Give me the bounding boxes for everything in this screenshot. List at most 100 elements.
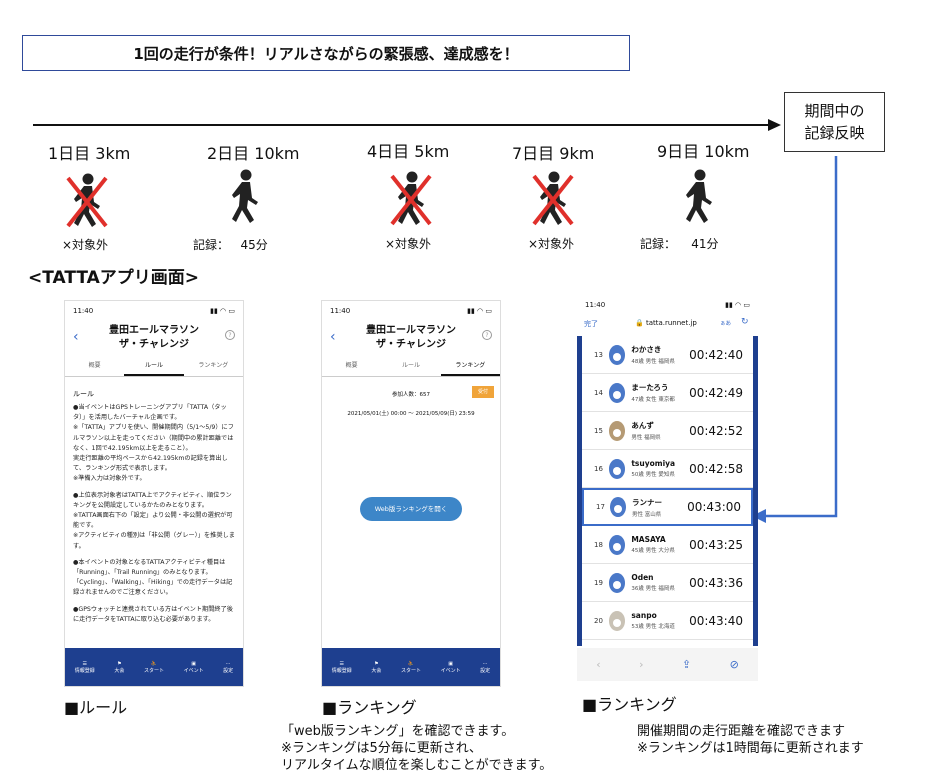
bottom-tab-bar: ☰ 情報登録 ⚑ 大会 ⛹ スタート ▣ イベント ⋯ 設定 [65, 648, 243, 686]
done-button[interactable]: 完了 [584, 319, 598, 329]
back-chevron-icon[interactable]: ‹ [73, 329, 79, 345]
avatar [608, 382, 626, 403]
bottom-tab-start[interactable]: ⛹ スタート [401, 661, 421, 674]
tab-bar: 概要 ルール ランキング [322, 355, 500, 377]
status-time: 11:40 [330, 307, 351, 315]
ranking-row[interactable]: 13 わかさき 48歳 男性 福岡県 00:42:40 [582, 336, 753, 374]
participants-count: 参加人数：657 [392, 392, 430, 398]
bottom-tab-start[interactable]: ⛹ スタート [144, 661, 164, 674]
rule-paragraph: ※アクティビティの種別は「非公開（グレー）」を推奨します。 [73, 532, 235, 550]
url-field[interactable]: 🔒 tatta.runnet.jp [635, 319, 697, 327]
rule-paragraph: ※「TATTA」アプリを使い、開催期間内（5/1〜5/9）にフルマラソン以上を走… [73, 424, 234, 452]
avatar [608, 344, 626, 365]
nav-header: ‹ 豊田エールマラソン ザ・チャレンジ ? [322, 321, 500, 355]
desc-ranking-app: 「web版ランキング」を確認できます。 ※ランキングは5分毎に更新され、 リアル… [281, 723, 552, 774]
day-label-9: 9日目 10km [657, 142, 750, 161]
headline-box: 1回の走行が条件！リアルさながらの緊張感、達成感を！ [22, 35, 630, 71]
tab-rules[interactable]: ルール [124, 355, 184, 376]
share-icon[interactable]: ⇪ [682, 658, 691, 671]
ranking-row[interactable]: 18 MASAYA 45歳 男性 大分県 00:43:25 [582, 526, 753, 564]
desc-line: ※ランキングは1時間毎に更新されます [637, 741, 864, 756]
avatar [608, 420, 626, 441]
reload-icon[interactable]: ↻ [741, 317, 749, 327]
desc-line: リアルタイムな順位を楽しむことができます。 [281, 758, 553, 773]
status-badge: 受付 [472, 386, 494, 398]
tab-bar: 概要 ルール ランキング [65, 355, 243, 377]
bottom-tab-event[interactable]: ▣ イベント [441, 661, 461, 674]
signal-icons: ▮▮ ◠ ▭ [725, 301, 750, 309]
ranking-row[interactable]: 14 まーたろう 47歳 女性 東京都 00:42:49 [582, 374, 753, 412]
bottom-tab-race[interactable]: ⚑ 大会 [114, 661, 124, 674]
participants-row: 参加人数：657 受付 [322, 377, 500, 407]
tab-overview[interactable]: 概要 [65, 355, 124, 376]
ranking-row[interactable]: 19 Oden 36歳 男性 福岡県 00:43:36 [582, 564, 753, 602]
desc-line: 開催期間の走行距離を確認できます [637, 724, 846, 739]
bottom-tab-settings[interactable]: ⋯ 設定 [480, 661, 490, 674]
rule-paragraph: ●本イベントの対象となるTATTAアクティビティ種目は「Running」、「Tr… [73, 558, 233, 597]
nav-title: 豊田エールマラソン ザ・チャレンジ [322, 321, 500, 352]
runner-crossed-icon [390, 171, 432, 226]
compass-icon[interactable]: ⊘ [730, 658, 739, 671]
connector-arrow [752, 156, 838, 523]
tab-rules[interactable]: ルール [381, 355, 440, 376]
signal-icons: ▮▮ ◠ ▭ [210, 307, 235, 315]
phone-rules: 11:40 ▮▮ ◠ ▭ ‹ 豊田エールマラソン ザ・チャレンジ ? 概要 ルール … [64, 300, 244, 687]
period-record-box: 期間中の 記録反映 [784, 92, 885, 152]
status-bar: 11:40 ▮▮ ◠ ▭ [322, 301, 500, 321]
ranking-row[interactable]: 16 tsuyomiya 50歳 男性 愛知県 00:42:58 [582, 450, 753, 488]
avatar [610, 497, 626, 517]
back-icon[interactable]: ‹ [596, 658, 600, 671]
open-web-ranking-button[interactable]: Web版ランキングを開く [360, 497, 462, 521]
rule-paragraph: ●GPSウォッチと連携されている方はイベント期間終了後に走行データをTATTAに… [73, 605, 233, 623]
ranking-row[interactable]: 20 sanpo 53歳 男性 北海道 00:43:40 [582, 602, 753, 640]
signal-icons: ▮▮ ◠ ▭ [467, 307, 492, 315]
day1-note: ×対象外 [62, 238, 109, 252]
back-chevron-icon[interactable]: ‹ [330, 329, 336, 345]
nav-title: 豊田エールマラソン ザ・チャレンジ [65, 321, 243, 352]
text-size-button[interactable]: ぁあ [720, 319, 731, 327]
section-title: <TATTAアプリ画面> [28, 268, 200, 288]
phone-ranking-app: 11:40 ▮▮ ◠ ▭ ‹ 豊田エールマラソン ザ・チャレンジ ? 概要 ルール … [321, 300, 501, 687]
period-box-line1: 期間中の [804, 102, 865, 120]
runner-crossed-icon [66, 173, 108, 228]
bottom-tab-event[interactable]: ▣ イベント [184, 661, 204, 674]
rule-paragraph: ※TATTA画面右下の「設定」より公開・非公開の選択が可能です。 [73, 512, 233, 530]
caption-rules: ■ルール [64, 698, 128, 717]
avatar [608, 458, 626, 479]
tab-ranking[interactable]: ランキング [440, 355, 500, 376]
browser-toolbar: ‹ › ⇪ ⊘ [577, 648, 758, 681]
tab-overview[interactable]: 概要 [322, 355, 381, 376]
day2-note: 記録： 45分 [193, 236, 268, 253]
bottom-tab-race[interactable]: ⚑ 大会 [371, 661, 381, 674]
forward-icon[interactable]: › [639, 658, 643, 671]
bottom-tab-settings[interactable]: ⋯ 設定 [223, 661, 233, 674]
day7-note: ×対象外 [528, 237, 575, 251]
bottom-tab-info[interactable]: ☰ 情報登録 [332, 661, 352, 674]
rule-paragraph: 実走行距離の平均ペースから42.195kmの記録を算出して、ランキング形式で表示… [73, 455, 228, 473]
day-label-4: 4日目 5km [367, 142, 450, 161]
timeline-line [33, 124, 771, 126]
avatar [608, 534, 626, 555]
day-label-1: 1日目 3km [48, 144, 131, 163]
rule-heading: ルール [73, 390, 94, 398]
bottom-tab-info[interactable]: ☰ 情報登録 [75, 661, 95, 674]
desc-line: ※ランキングは5分毎に更新され、 [281, 741, 482, 756]
day9-note: 記録： 41分 [640, 235, 719, 252]
tab-ranking[interactable]: ランキング [184, 355, 243, 376]
avatar [608, 610, 626, 631]
ranking-row[interactable]: 15 あんず 男性 福岡県 00:42:52 [582, 412, 753, 450]
bottom-tab-bar: ☰ 情報登録 ⚑ 大会 ⛹ スタート ▣ イベント ⋯ 設定 [322, 648, 500, 686]
desc-line: 「web版ランキング」を確認できます。 [281, 724, 515, 739]
help-icon[interactable]: ? [225, 330, 235, 340]
nav-title-line2: ザ・チャレンジ [119, 339, 189, 350]
help-icon[interactable]: ? [482, 330, 492, 340]
ranking-list: 13 わかさき 48歳 男性 福岡県 00:42:40 14 まーたろう 47歳 女性 東… [577, 336, 758, 646]
event-period: 2021/05/01(土) 00:00 〜 2021/05/09(日) 23:5… [347, 411, 475, 417]
phone-web-ranking: 11:40 ▮▮ ◠ ▭ 完了 🔒 tatta.runnet.jp ぁあ ↻ 13… [577, 296, 758, 681]
avatar [608, 572, 626, 593]
runner-crossed-icon [532, 171, 574, 226]
runner-icon [232, 169, 258, 223]
nav-title-line1: 豊田エールマラソン [366, 325, 456, 336]
ranking-row-highlighted[interactable]: 17 ランナー 男性 富山県 00:43:00 [582, 488, 753, 526]
day2-note-prefix: 記録： [193, 238, 230, 252]
